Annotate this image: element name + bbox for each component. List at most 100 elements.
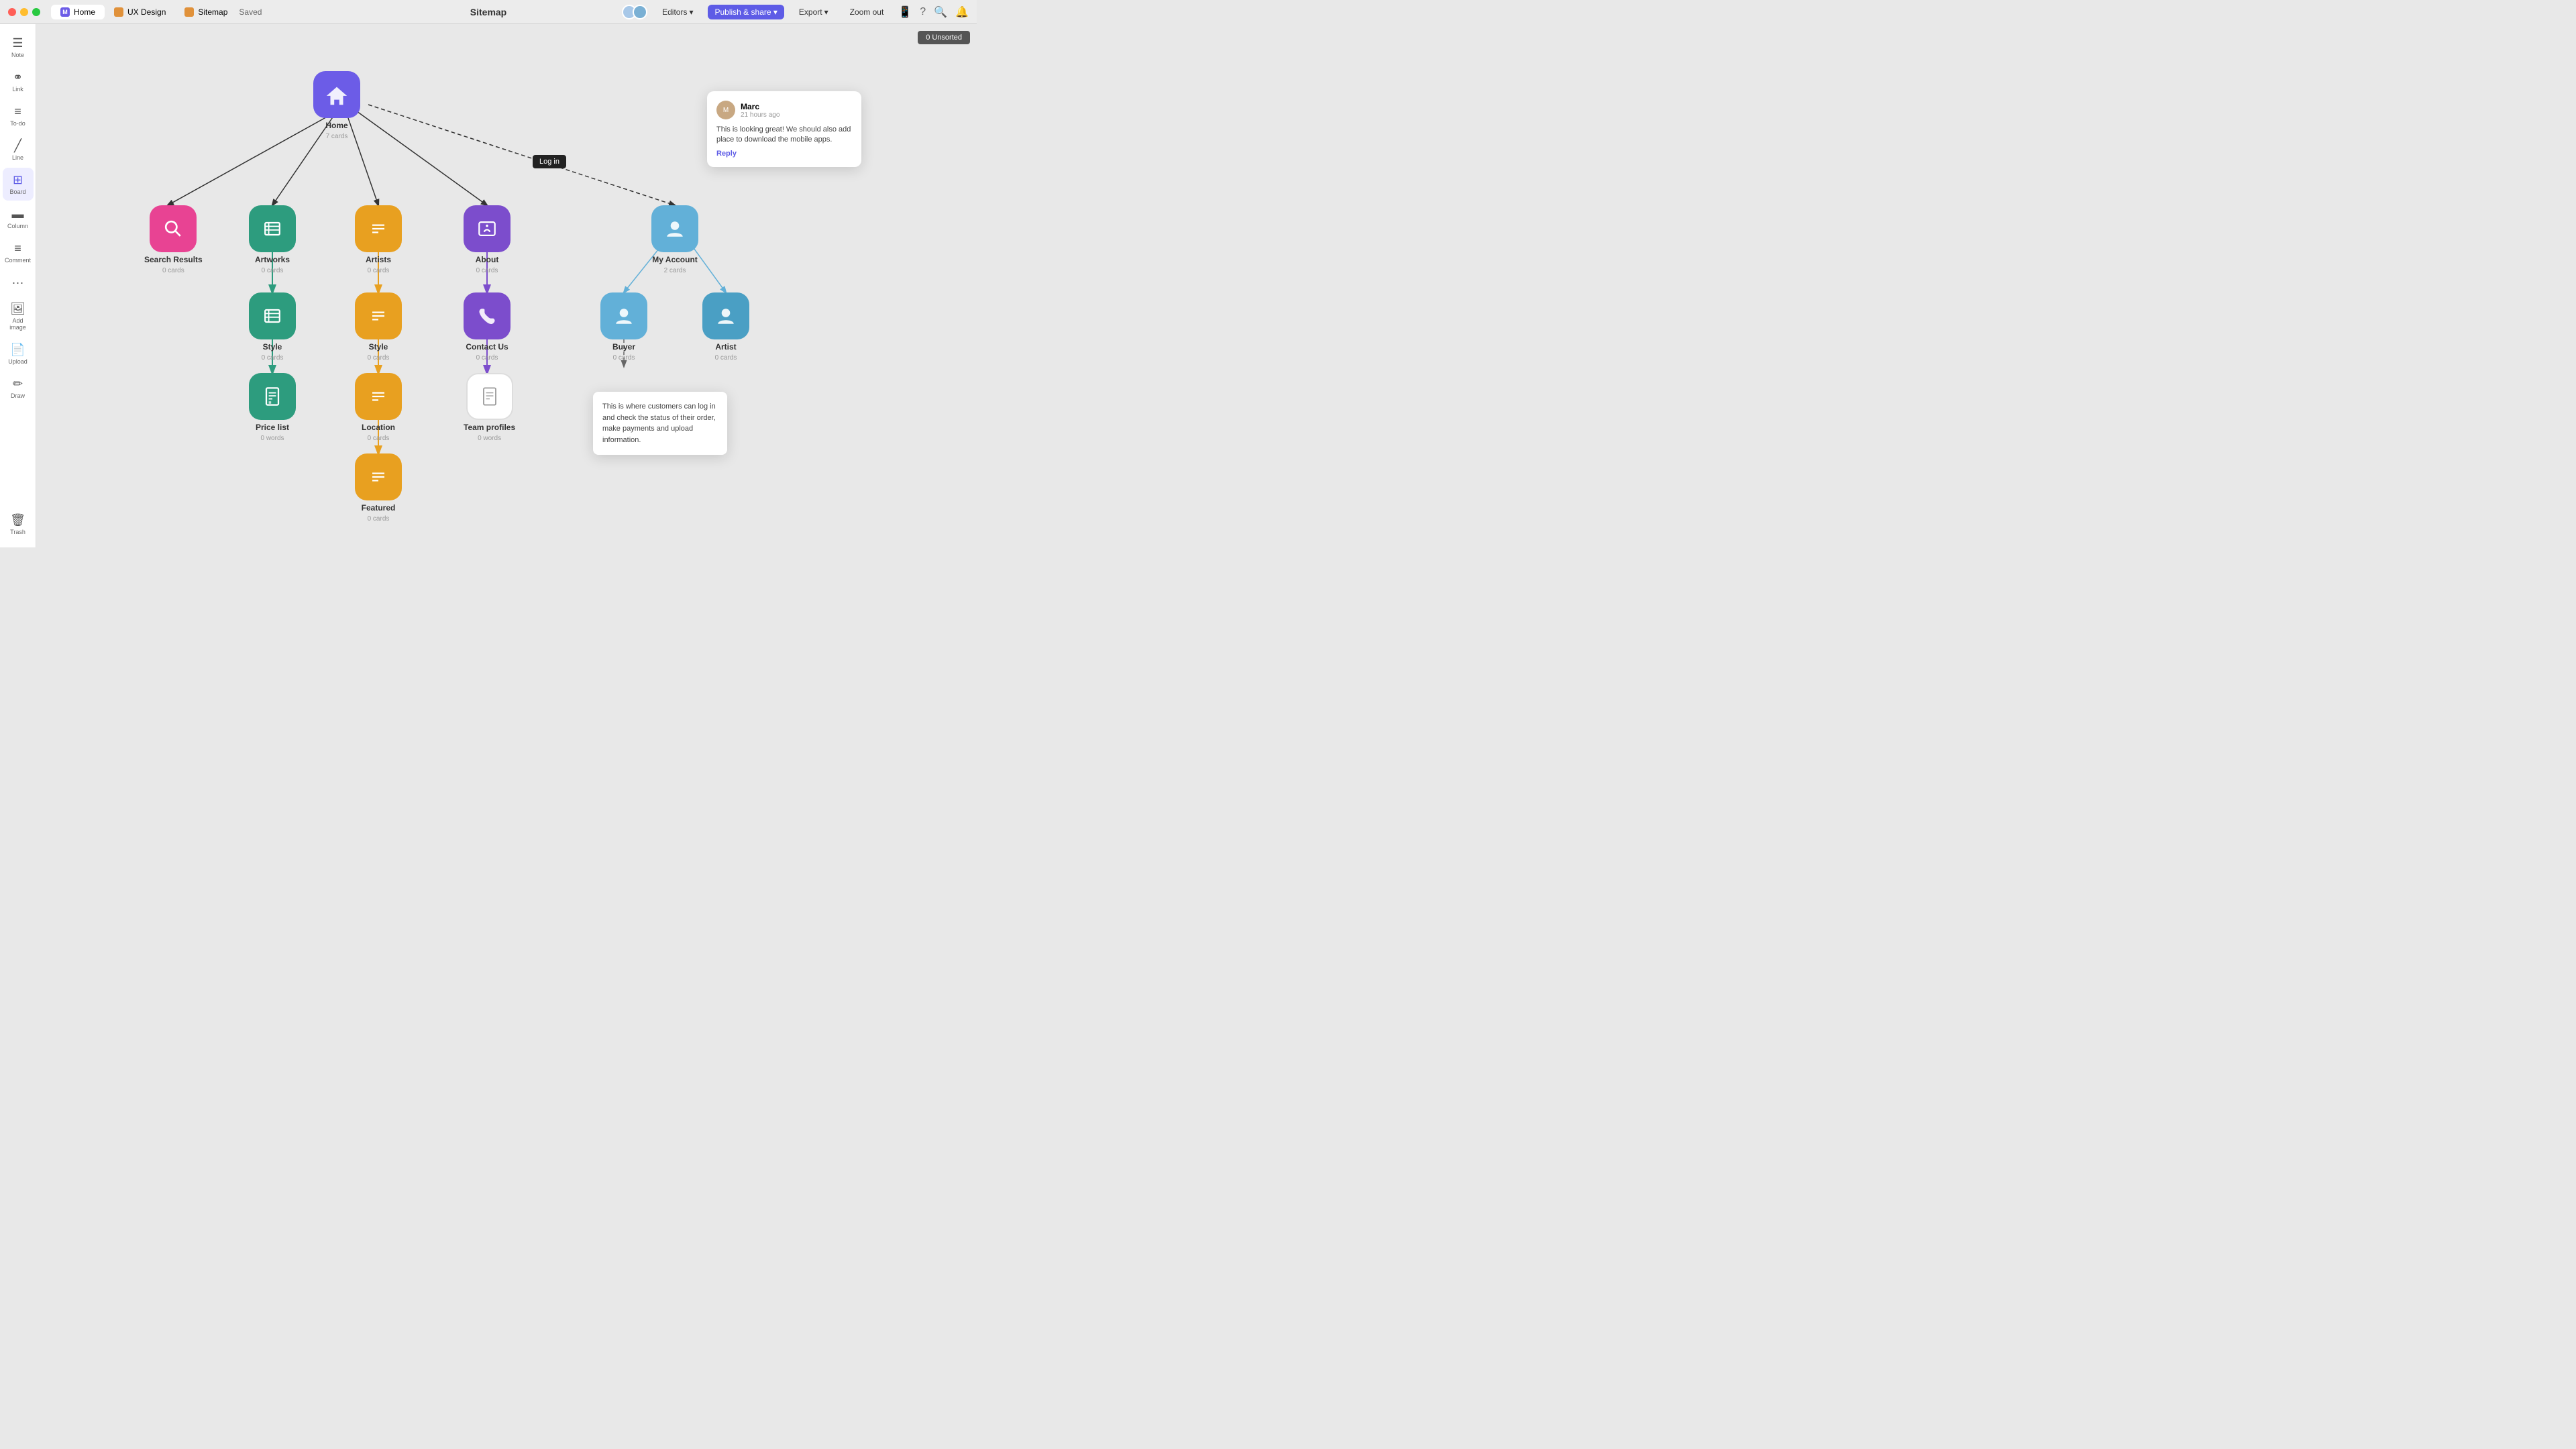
draw-icon: ✏	[13, 377, 23, 391]
canvas: 0 Unsorted Home 7 cards Search Results 0…	[36, 24, 977, 547]
my-account-icon	[651, 205, 698, 252]
tab-label-uxdesign: UX Design	[127, 7, 166, 17]
node-style-2[interactable]: Style 0 cards	[355, 292, 402, 362]
style-2-sub: 0 cards	[368, 354, 390, 362]
comment-icon: ≡	[14, 241, 21, 256]
featured-icon	[355, 453, 402, 500]
contact-us-icon	[464, 292, 511, 339]
toolbar: ☰ Note ⚭ Link ≡ To-do ╱ Line ⊞ Board ▬ C…	[0, 24, 36, 547]
page-title: Sitemap	[470, 7, 506, 17]
node-featured[interactable]: Featured 0 cards	[355, 453, 402, 523]
my-account-label: My Account	[652, 255, 698, 264]
tab-sitemap[interactable]: Sitemap	[175, 5, 237, 19]
tool-column[interactable]: ▬ Column	[3, 202, 34, 235]
tool-comment-label: Comment	[5, 257, 31, 264]
comment-author: Marc	[741, 102, 780, 111]
tool-note[interactable]: ☰ Note	[3, 31, 34, 64]
trash-icon: 🗑	[10, 513, 25, 527]
publish-chevron-icon: ▾	[773, 7, 777, 17]
node-team-profiles[interactable]: Team profiles 0 words	[464, 373, 515, 442]
node-buyer[interactable]: Buyer 0 cards	[600, 292, 647, 362]
zoom-out-button[interactable]: Zoom out	[843, 5, 891, 19]
node-artist[interactable]: Artist 0 cards	[702, 292, 749, 362]
tool-link[interactable]: ⚭ Link	[3, 65, 34, 98]
tool-todo-label: To-do	[10, 120, 25, 127]
node-search-results[interactable]: Search Results 0 cards	[144, 205, 203, 274]
comment-reply-button[interactable]: Reply	[716, 150, 852, 158]
line-icon: ╱	[14, 139, 21, 153]
login-badge: Log in	[533, 155, 566, 168]
tool-board-label: Board	[9, 189, 25, 195]
node-my-account[interactable]: My Account 2 cards	[651, 205, 698, 274]
tool-line[interactable]: ╱ Line	[3, 133, 34, 166]
bell-icon[interactable]: 🔔	[955, 5, 969, 19]
search-icon[interactable]: 🔍	[934, 5, 947, 19]
help-icon[interactable]: ?	[920, 6, 926, 18]
editor-avatar-2	[633, 5, 647, 19]
tab-icon-home: M	[60, 7, 70, 17]
about-label: About	[476, 255, 499, 264]
tool-draw[interactable]: ✏ Draw	[3, 372, 34, 405]
comment-time: 21 hours ago	[741, 111, 780, 119]
node-about[interactable]: About 0 cards	[464, 205, 511, 274]
node-home[interactable]: Home 7 cards	[313, 71, 360, 140]
unsorted-button[interactable]: 0 Unsorted	[918, 31, 970, 44]
more-icon: ···	[12, 276, 24, 290]
traffic-light-red[interactable]	[8, 8, 16, 16]
traffic-light-yellow[interactable]	[20, 8, 28, 16]
style-1-icon	[249, 292, 296, 339]
tab-uxdesign[interactable]: UX Design	[105, 5, 175, 19]
tool-todo[interactable]: ≡ To-do	[3, 99, 34, 132]
publish-label: Publish & share	[714, 7, 771, 17]
buyer-label: Buyer	[612, 342, 635, 352]
artists-icon	[355, 205, 402, 252]
node-location[interactable]: Location 0 cards	[355, 373, 402, 442]
publish-button[interactable]: Publish & share ▾	[708, 5, 784, 19]
node-artists[interactable]: Artists 0 cards	[355, 205, 402, 274]
style-2-label: Style	[369, 342, 388, 352]
style-1-sub: 0 cards	[262, 354, 284, 362]
team-profiles-icon	[466, 373, 513, 420]
price-list-sub: 0 words	[260, 435, 284, 442]
location-icon	[355, 373, 402, 420]
traffic-lights	[8, 8, 40, 16]
editors-button[interactable]: Editors ▾	[655, 5, 700, 19]
contact-us-sub: 0 cards	[476, 354, 498, 362]
tool-add-image[interactable]: 🖼 Add image	[3, 297, 34, 336]
tab-home[interactable]: M Home	[51, 5, 105, 19]
column-icon: ▬	[12, 207, 24, 221]
node-contact-us[interactable]: Contact Us 0 cards	[464, 292, 511, 362]
node-price-list[interactable]: Price list 0 words	[249, 373, 296, 442]
tool-comment[interactable]: ≡ Comment	[3, 236, 34, 269]
comment-text: This is looking great! We should also ad…	[716, 125, 852, 146]
artist-icon	[702, 292, 749, 339]
upload-icon: 📄	[10, 343, 25, 357]
tool-note-label: Note	[11, 52, 24, 58]
team-profiles-label: Team profiles	[464, 423, 515, 432]
tool-draw-label: Draw	[11, 392, 25, 399]
tool-upload[interactable]: 📄 Upload	[3, 337, 34, 370]
tool-board[interactable]: ⊞ Board	[3, 168, 34, 201]
artworks-icon	[249, 205, 296, 252]
artist-sub: 0 cards	[715, 354, 737, 362]
traffic-light-green[interactable]	[32, 8, 40, 16]
tool-more[interactable]: ···	[3, 270, 34, 295]
tool-trash-label: Trash	[10, 529, 25, 535]
export-button[interactable]: Export ▾	[792, 5, 835, 19]
artists-label: Artists	[366, 255, 391, 264]
comment-avatar: M	[716, 101, 735, 119]
editors-label: Editors	[662, 7, 687, 17]
price-list-icon	[249, 373, 296, 420]
tool-line-label: Line	[12, 154, 23, 161]
export-label: Export	[799, 7, 822, 17]
tab-icon-sitemap	[184, 7, 194, 17]
buyer-icon	[600, 292, 647, 339]
export-chevron-icon: ▾	[824, 7, 828, 17]
home-sub: 7 cards	[326, 133, 348, 140]
location-sub: 0 cards	[368, 435, 390, 442]
node-style-1[interactable]: Style 0 cards	[249, 292, 296, 362]
tool-trash[interactable]: 🗑 Trash	[3, 508, 34, 541]
node-artworks[interactable]: Artworks 0 cards	[249, 205, 296, 274]
todo-icon: ≡	[14, 105, 21, 119]
device-icon[interactable]: 📱	[898, 5, 912, 19]
